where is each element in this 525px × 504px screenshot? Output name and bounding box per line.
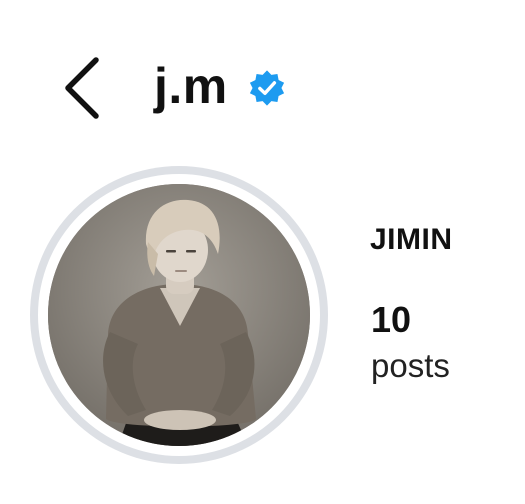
profile-screen: j.m JIMIN 10 posts xyxy=(0,0,525,504)
avatar[interactable] xyxy=(48,184,310,446)
profile-photo xyxy=(48,184,310,446)
back-button[interactable] xyxy=(60,56,104,120)
verified-badge-icon xyxy=(249,70,284,106)
profile-header: j.m xyxy=(154,54,286,118)
posts-label[interactable]: posts xyxy=(371,346,450,386)
posts-count[interactable]: 10 xyxy=(371,299,411,341)
display-name: JIMIN xyxy=(370,223,453,256)
username: j.m xyxy=(154,58,228,114)
chevron-left-icon xyxy=(65,57,99,119)
